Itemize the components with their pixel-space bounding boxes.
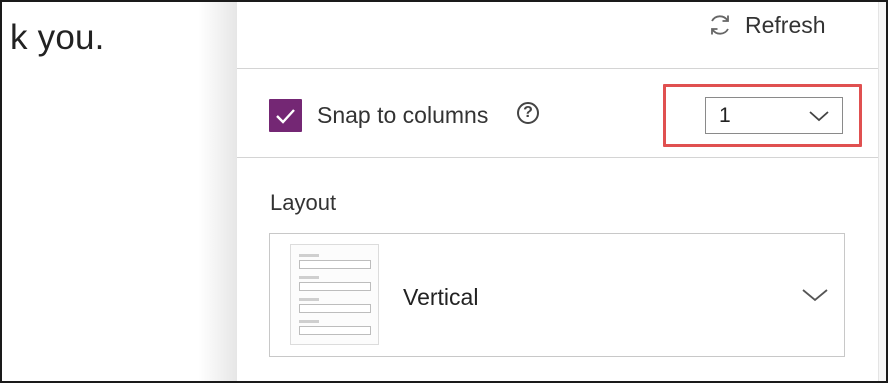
refresh-icon <box>707 12 733 38</box>
panel-shadow <box>198 0 238 383</box>
refresh-label: Refresh <box>745 11 826 38</box>
refresh-button[interactable]: Refresh <box>707 10 826 40</box>
canvas-text: k you. <box>10 18 105 57</box>
snap-to-columns-label: Snap to columns <box>317 102 489 128</box>
columns-value: 1 <box>719 104 731 127</box>
chevron-down-icon <box>801 287 829 308</box>
right-edge-strip <box>878 0 887 383</box>
checkmark-icon <box>276 109 295 124</box>
question-circle-icon[interactable]: ? <box>517 102 539 124</box>
layout-dropdown[interactable]: Vertical <box>269 233 845 357</box>
snap-to-columns-checkbox[interactable] <box>269 99 302 132</box>
columns-dropdown[interactable]: 1 <box>705 97 843 134</box>
chevron-down-icon <box>808 109 830 128</box>
vertical-layout-icon <box>290 244 379 345</box>
layout-value: Vertical <box>403 284 479 310</box>
panel-divider <box>237 157 878 158</box>
panel-divider <box>237 68 878 69</box>
layout-section-title: Layout <box>270 190 337 215</box>
